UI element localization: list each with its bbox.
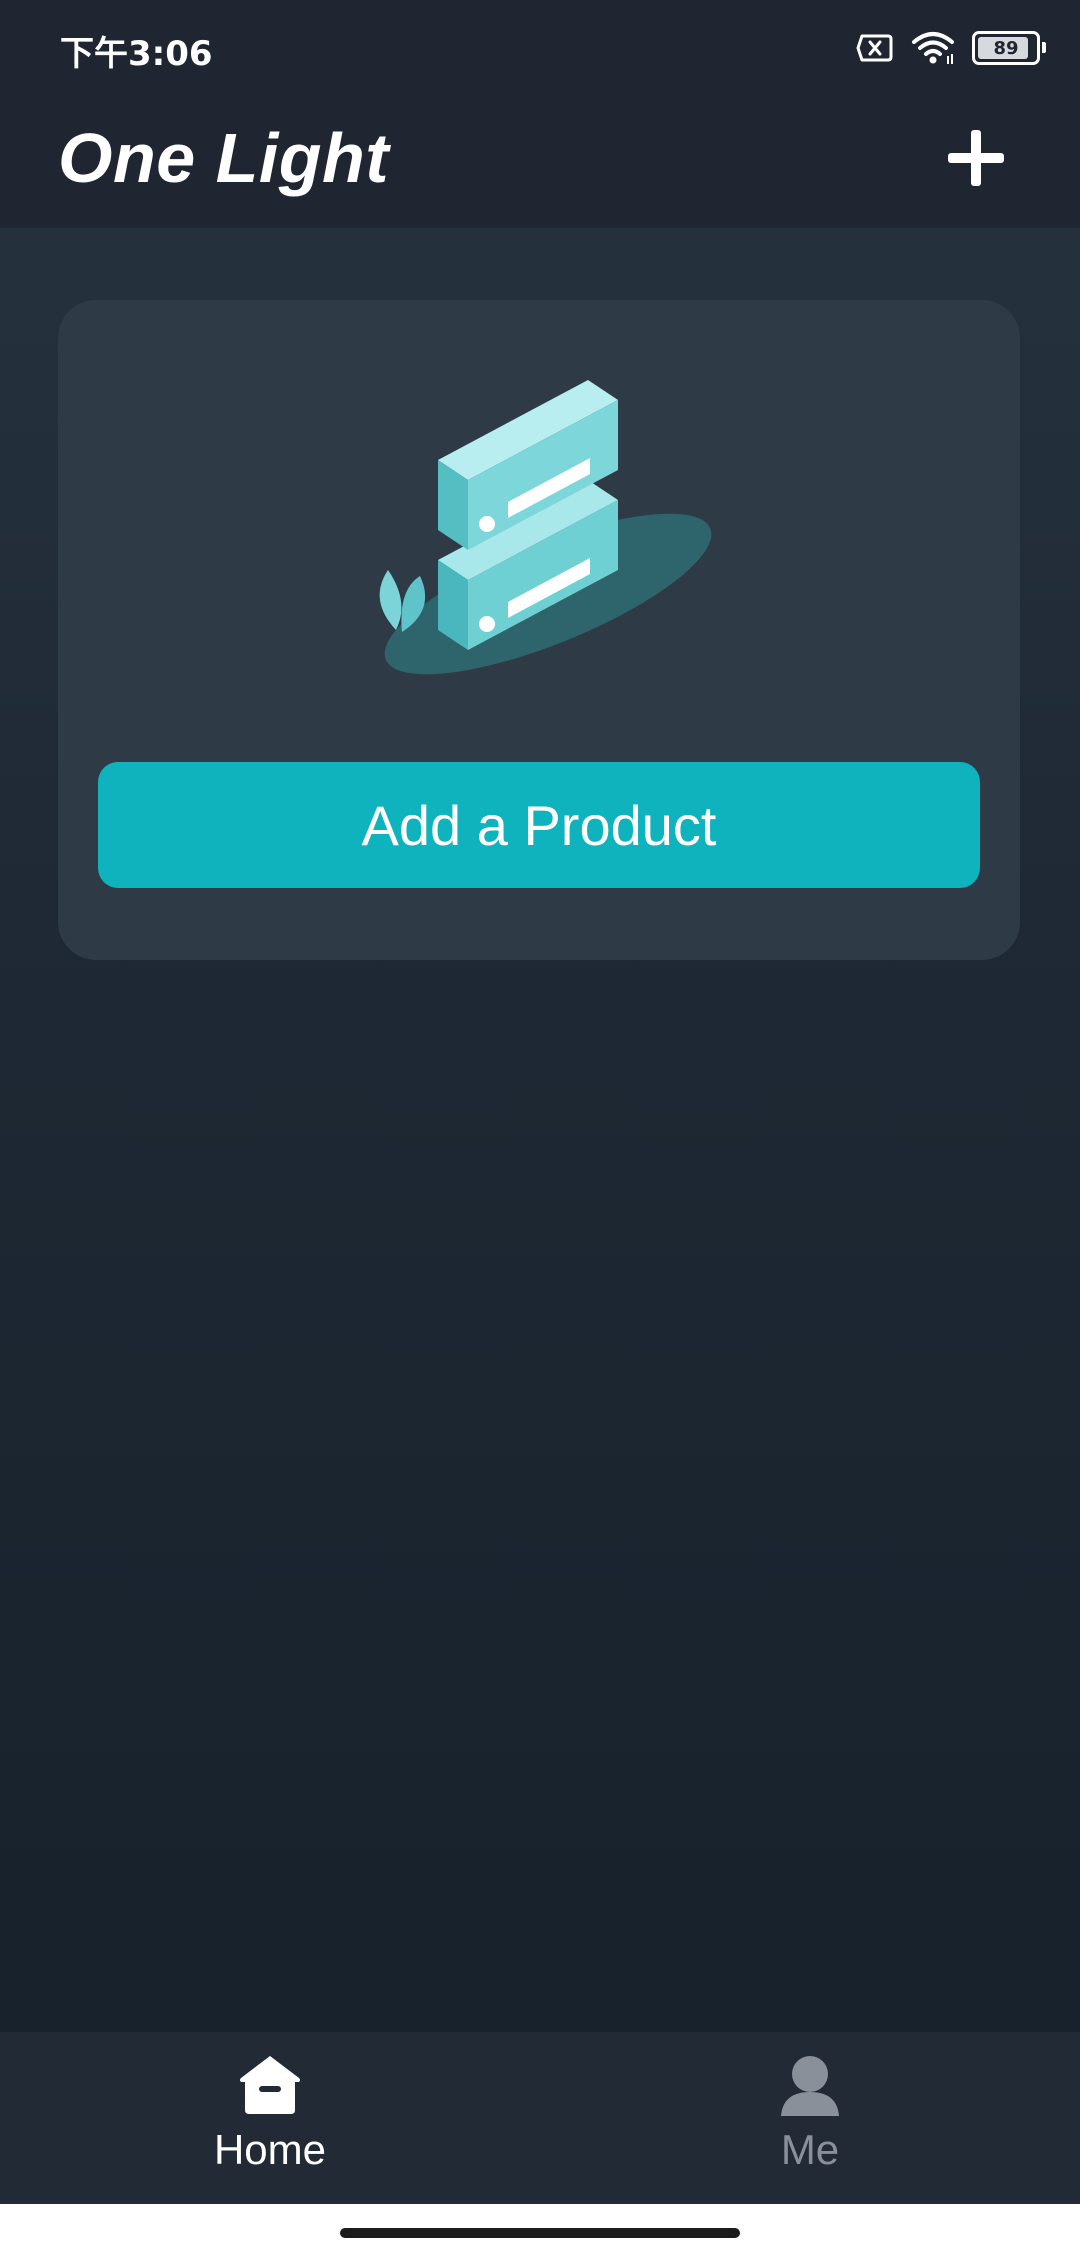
bottom-tab-bar: Home Me	[0, 2032, 1080, 2204]
sim-error-icon	[856, 34, 893, 62]
empty-state-card: Add a Product	[58, 300, 1020, 960]
battery-icon: 89	[972, 31, 1046, 65]
status-bar: 下午3:06 89	[0, 0, 1080, 96]
user-icon	[781, 2056, 839, 2116]
status-time: 下午3:06	[60, 34, 213, 74]
tab-home[interactable]: Home	[0, 2032, 540, 2204]
wifi-icon	[912, 32, 954, 64]
add-device-button[interactable]	[942, 124, 1010, 192]
app-title: One Light	[58, 119, 390, 197]
tab-me-label: Me	[780, 2126, 840, 2173]
status-icons: 89	[856, 28, 1046, 68]
gesture-area	[0, 2204, 1080, 2248]
add-product-button[interactable]: Add a Product	[98, 762, 980, 888]
home-indicator[interactable]	[340, 2228, 740, 2238]
home-icon	[240, 2056, 300, 2114]
tab-home-label: Home	[213, 2126, 327, 2173]
plus-icon	[948, 130, 1004, 186]
battery-level: 89	[993, 37, 1019, 59]
device-stack-illustration	[379, 380, 712, 675]
tab-me[interactable]: Me	[540, 2032, 1080, 2204]
battery-cap	[1042, 42, 1046, 53]
app-header: One Light	[0, 96, 1080, 228]
